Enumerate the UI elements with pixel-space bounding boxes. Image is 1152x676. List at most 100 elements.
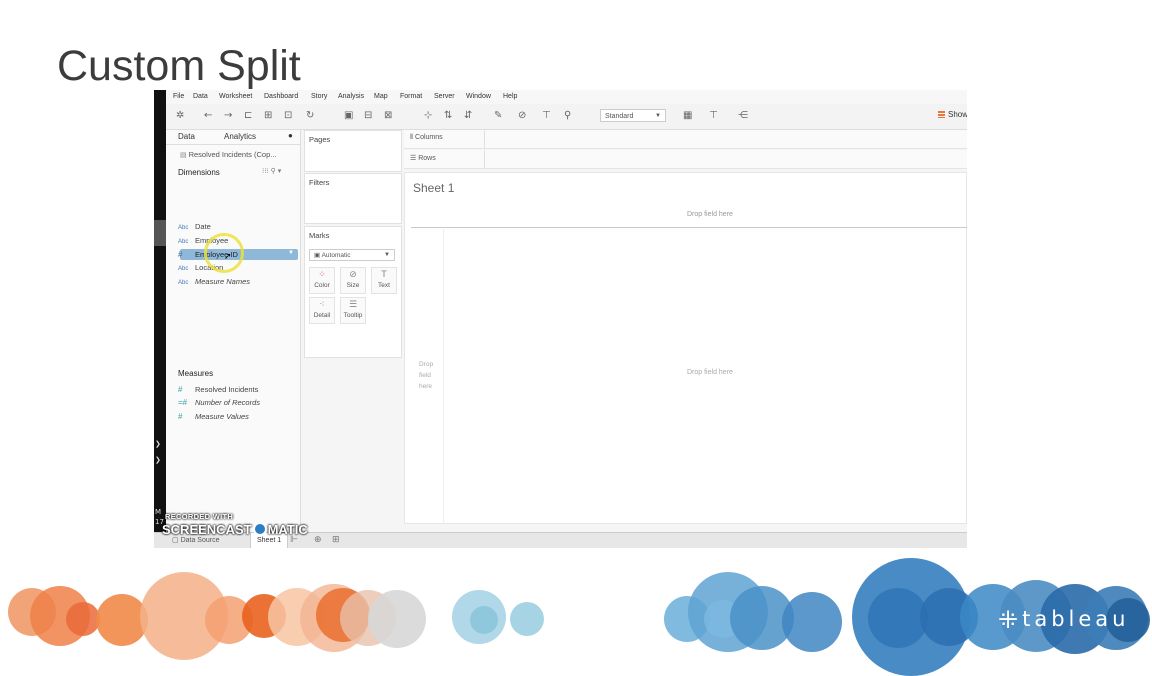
tooltip-icon[interactable]: ⊤	[709, 110, 718, 121]
tooltip-icon: ☰	[348, 300, 358, 310]
show-me-button[interactable]: Show M	[938, 110, 967, 119]
columns-label: ⦀ Columns	[410, 134, 443, 141]
text-icon: T	[381, 270, 387, 280]
detail-icon: ⁖	[319, 300, 325, 310]
field-resolved-incidents[interactable]: # Resolved Incidents	[178, 385, 258, 396]
highlight-icon[interactable]: ✎	[494, 110, 502, 121]
refresh-icon[interactable]: ↻	[306, 110, 314, 121]
rows-shelf[interactable]: ☰ Rows	[404, 150, 967, 169]
chevron-down-icon: ▼	[655, 113, 661, 119]
pane-menu-icon[interactable]: ●	[288, 131, 293, 140]
number-type-icon: #	[178, 385, 183, 394]
data-pane-tabs: Data Analytics ●	[166, 130, 300, 145]
save-icon[interactable]: ⊏	[244, 110, 252, 121]
field-date-top[interactable]: Abc Date	[178, 222, 211, 233]
field-number-of-records[interactable]: =# Number of Records	[178, 398, 260, 409]
field-measure-names[interactable]: Abc Measure Names	[178, 277, 250, 288]
drop-field-rows[interactable]: Drop field here	[419, 359, 441, 392]
menu-format[interactable]: Format	[400, 93, 422, 100]
new-worksheet-icon[interactable]: ⊕	[314, 535, 322, 545]
tooltip-button[interactable]: ☰ Tooltip	[340, 297, 366, 324]
rows-label: ☰ Rows	[410, 155, 436, 162]
string-type-icon: Abc	[178, 266, 189, 272]
cards-icon[interactable]: ▦	[683, 110, 692, 121]
tableau-logo: ⁜ tableau	[998, 606, 1130, 634]
string-type-icon: Abc	[178, 239, 189, 245]
mark-type-icon: ▣	[314, 252, 322, 259]
sort-desc-icon[interactable]: ⇵	[464, 110, 472, 121]
drop-field-center[interactable]: Drop field here	[687, 369, 733, 376]
menu-map[interactable]: Map	[374, 93, 388, 100]
field-measure-values[interactable]: # Measure Values	[178, 412, 249, 423]
menu-bar: File Data Worksheet Dashboard Story Anal…	[166, 90, 967, 104]
forward-arrow-icon[interactable]: →	[224, 110, 232, 121]
show-me-icon	[938, 111, 945, 118]
screencast-logo-icon	[252, 522, 267, 536]
clock-a: M	[155, 508, 162, 516]
new-sheet-icon[interactable]: ▣	[344, 110, 353, 121]
tableau-screenshot: ❯ ❯ M 17 File Data Worksheet Dashboard S…	[154, 90, 967, 548]
string-type-icon: Abc	[178, 280, 189, 286]
duplicate-sheet-icon[interactable]: ⊟	[364, 110, 372, 121]
size-icon: ⊘	[349, 270, 357, 280]
sheet-title[interactable]: Sheet 1	[413, 181, 454, 195]
number-type-icon: #	[178, 412, 183, 421]
back-arrow-icon[interactable]: ←	[204, 110, 212, 121]
menu-analysis[interactable]: Analysis	[338, 93, 364, 100]
pause-icon[interactable]: ⊡	[284, 110, 292, 121]
menu-dashboard[interactable]: Dashboard	[264, 93, 298, 100]
slide-title: Custom Split	[57, 42, 301, 90]
chevron-down-icon[interactable]: ▼	[288, 250, 294, 256]
left-taskbar-strip: ❯ ❯ M 17	[154, 90, 166, 548]
dimensions-header: Dimensions	[178, 168, 220, 177]
labels-icon[interactable]: ⊤	[542, 110, 551, 121]
worksheet-view[interactable]: Sheet 1 Drop field here Drop field here …	[404, 172, 967, 524]
menu-worksheet[interactable]: Worksheet	[219, 93, 252, 100]
pin-icon[interactable]: ⚲	[564, 110, 571, 121]
color-icon: ⁘	[318, 270, 326, 280]
number-type-icon: #	[178, 250, 183, 259]
calc-number-type-icon: =#	[178, 398, 188, 407]
swap-icon[interactable]: ⊹	[424, 110, 432, 121]
new-dashboard-icon[interactable]: ⊞	[332, 535, 340, 545]
menu-story[interactable]: Story	[311, 93, 327, 100]
data-pane: Data Analytics ● ▤ Resolved Incidents (C…	[166, 130, 301, 548]
drop-field-columns[interactable]: Drop field here	[687, 211, 733, 218]
dimensions-tools[interactable]: ⁝⁝⁝ ⚲ ▾	[262, 167, 281, 175]
clear-sheet-icon[interactable]: ⊠	[384, 110, 392, 121]
color-button[interactable]: ⁘ Color	[309, 267, 335, 294]
menu-data[interactable]: Data	[193, 93, 208, 100]
mark-type-select[interactable]: ▣ Automatic ▼	[309, 249, 395, 261]
detail-button[interactable]: ⁖ Detail	[309, 297, 335, 324]
filters-shelf[interactable]: Filters	[304, 173, 402, 224]
chevron-down-icon: ▼	[384, 252, 390, 258]
screencast-watermark: RECORDED WITH SCREENCAST MATIC	[162, 512, 308, 537]
tab-analytics[interactable]: Analytics	[224, 132, 256, 141]
marks-title: Marks	[309, 231, 330, 240]
measures-header: Measures	[178, 369, 214, 378]
rows-icon: ☰	[410, 155, 419, 162]
tab-data[interactable]: Data	[178, 132, 195, 141]
tableau-cross-logo-icon: ⁜	[998, 606, 1019, 634]
share-icon[interactable]: ⋲	[738, 110, 748, 121]
pages-title: Pages	[309, 135, 331, 144]
text-button[interactable]: T Text	[371, 267, 397, 294]
menu-server[interactable]: Server	[434, 93, 455, 100]
menu-window[interactable]: Window	[466, 93, 491, 100]
new-datasource-icon[interactable]: ⊞	[264, 110, 272, 121]
group-icon[interactable]: ⊘	[518, 110, 526, 121]
view-size-select[interactable]: Standard ▼	[600, 109, 666, 122]
marks-card: Marks ▣ Automatic ▼ ⁘ Color ⊘ Size T Text ⁖…	[304, 226, 402, 358]
sort-asc-icon[interactable]: ⇅	[444, 110, 452, 121]
columns-shelf[interactable]: ⦀ Columns	[404, 130, 967, 149]
string-type-icon: Abc	[178, 225, 189, 231]
menu-help[interactable]: Help	[503, 93, 517, 100]
mouse-cursor-icon: ➚	[224, 252, 232, 262]
pages-shelf[interactable]: Pages	[304, 130, 402, 172]
datasource-item[interactable]: ▤ Resolved Incidents (Cop...	[180, 150, 277, 159]
size-button[interactable]: ⊘ Size	[340, 267, 366, 294]
database-icon: ▤	[180, 152, 189, 159]
tableau-gear-icon[interactable]: ✲	[176, 110, 184, 121]
filters-title: Filters	[309, 178, 330, 187]
menu-file[interactable]: File	[173, 93, 184, 100]
